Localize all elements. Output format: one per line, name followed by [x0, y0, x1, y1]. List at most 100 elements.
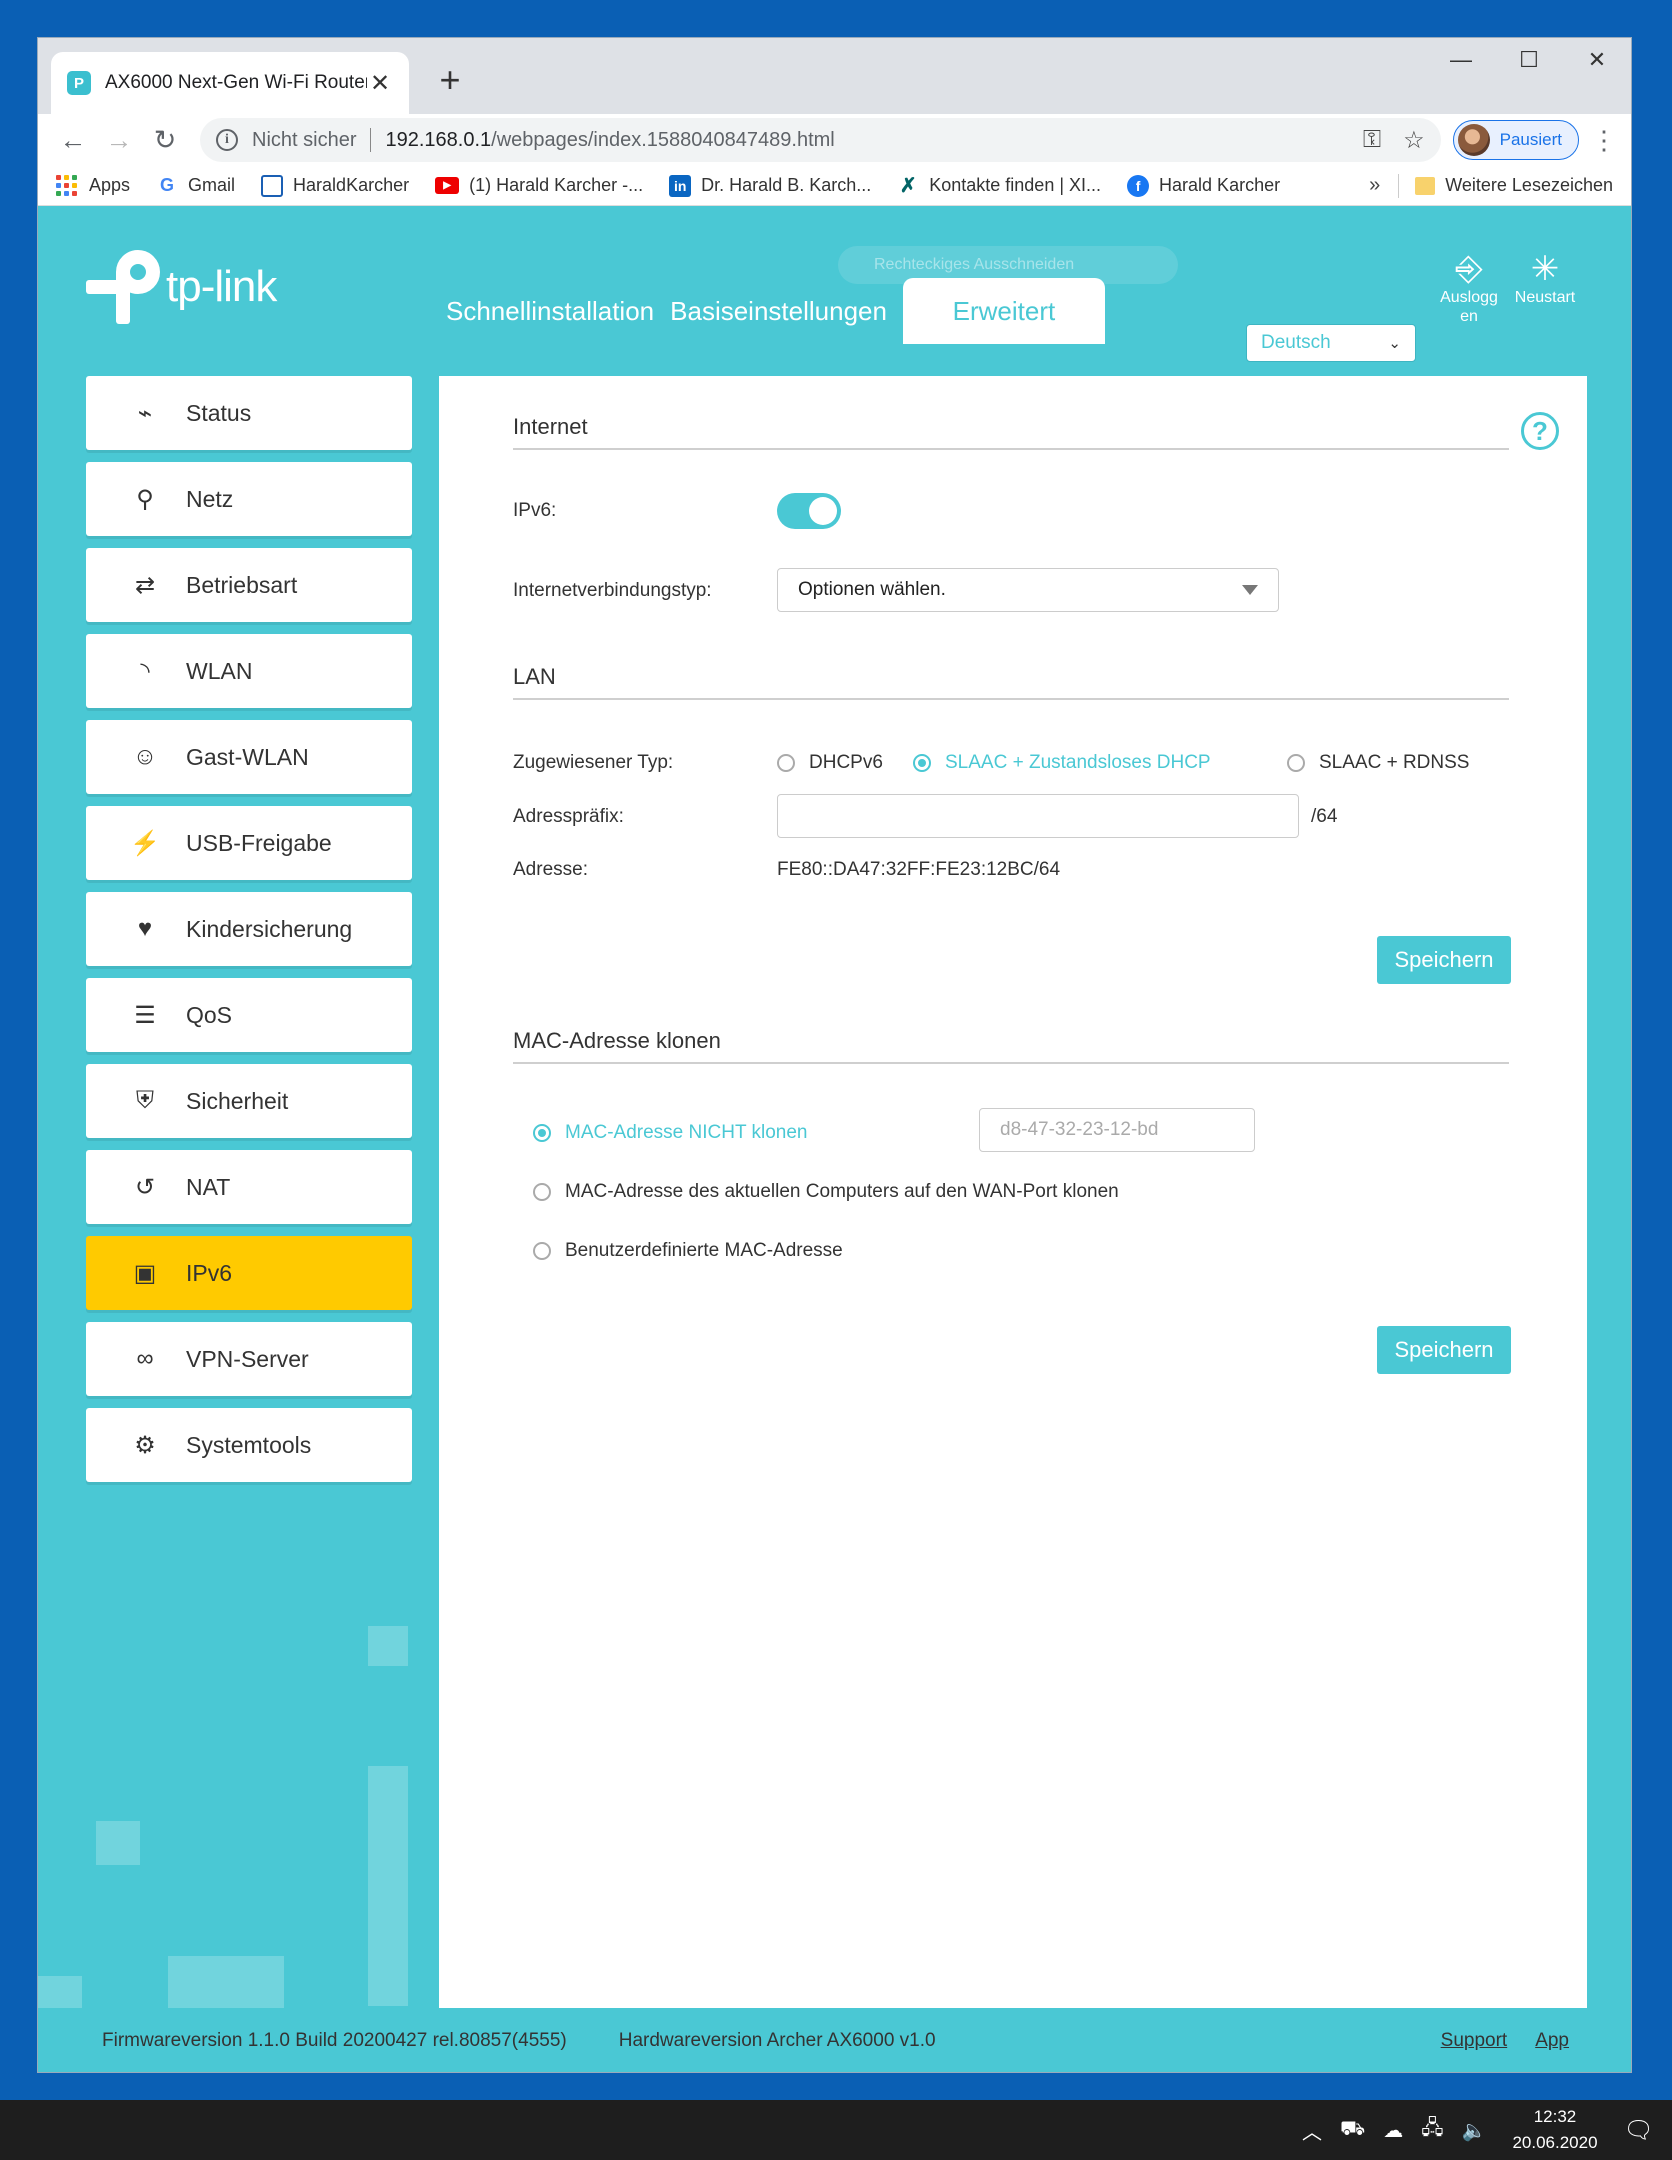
gear-icon: ⚙: [134, 1431, 156, 1459]
radio-custom-mac[interactable]: Benutzerdefinierte MAC-Adresse: [533, 1240, 843, 1262]
close-window-button[interactable]: ✕: [1563, 38, 1631, 82]
tplink-logo-icon: [86, 250, 160, 324]
qos-icon: ☰: [134, 1001, 156, 1029]
profile-button[interactable]: Pausiert: [1452, 120, 1579, 160]
star-icon[interactable]: ☆: [1403, 126, 1425, 155]
help-icon[interactable]: ?: [1521, 412, 1559, 450]
tray-chevron-up-icon[interactable]: ︿: [1302, 2116, 1322, 2145]
bookmark-label: Apps: [89, 175, 131, 195]
bookmark-linkedin[interactable]: in Dr. Harald B. Karch...: [669, 174, 872, 197]
tray-app-icon[interactable]: ⛟: [1340, 2118, 1365, 2143]
menu-kebab-icon[interactable]: ⋮: [1589, 125, 1619, 156]
sidebar-item-nat[interactable]: ↺ NAT: [86, 1150, 412, 1224]
address-bar[interactable]: i Nicht sicher 192.168.0.1/webpages/inde…: [200, 118, 1441, 162]
tplink-logo[interactable]: tp-link: [86, 250, 277, 324]
bookmark-haraldkarcher[interactable]: HaraldKarcher: [261, 174, 409, 197]
reload-button[interactable]: ↻: [142, 117, 188, 163]
guest-icon: ☺: [132, 743, 158, 770]
sidebar-item-vpn-server[interactable]: ∞ VPN-Server: [86, 1322, 412, 1396]
browser-tab[interactable]: P AX6000 Next-Gen Wi-Fi Router ✕: [51, 52, 409, 114]
sidebar-item-sicherheit[interactable]: ⛨ Sicherheit: [86, 1064, 412, 1138]
close-tab-icon[interactable]: ✕: [367, 69, 393, 98]
radio-no-clone[interactable]: MAC-Adresse NICHT klonen: [533, 1122, 808, 1144]
bookmark-xing[interactable]: ✗ Kontakte finden | XI...: [897, 175, 1101, 197]
connection-type-label: Internetverbindungstyp:: [513, 580, 712, 601]
radio-slaac-rdnss[interactable]: SLAAC + RDNSS: [1287, 752, 1469, 774]
mac-save-button[interactable]: Speichern: [1377, 1326, 1511, 1374]
maximize-button[interactable]: ☐: [1495, 38, 1563, 82]
app-link[interactable]: App: [1535, 2030, 1569, 2052]
hardware-version: Hardwareversion Archer AX6000 v1.0: [618, 2030, 936, 2051]
volume-icon[interactable]: 🔈: [1462, 2118, 1487, 2143]
sidebar: ⌁ Status ⚲ Netz ⇄ Betriebsart ◝ WLAN ☺ Gast-W…: [86, 376, 412, 1494]
prefix-input[interactable]: [777, 794, 1299, 838]
taskbar: ︿ ⛟ ☁ 🖧 🔈 12:32 20.06.2020 🗨: [0, 2100, 1672, 2160]
sidebar-item-label: Sicherheit: [186, 1087, 289, 1114]
usb-icon: ⚡: [130, 829, 160, 857]
window-controls: — ☐ ✕: [1427, 38, 1631, 82]
sidebar-item-label: USB-Freigabe: [186, 829, 332, 856]
omnibox-separator: [370, 128, 372, 152]
bookmarks-separator: [1398, 173, 1400, 198]
info-icon[interactable]: i: [216, 129, 238, 151]
mac-address-input[interactable]: d8-47-32-23-12-bd: [979, 1108, 1255, 1152]
sidebar-item-gast-wlan[interactable]: ☺ Gast-WLAN: [86, 720, 412, 794]
bookmark-youtube[interactable]: ▶ (1) Harald Karcher -...: [435, 175, 643, 196]
clock[interactable]: 12:32 20.06.2020: [1512, 2104, 1597, 2156]
radio-no-clone-circle[interactable]: [533, 1124, 551, 1142]
sidebar-item-netz[interactable]: ⚲ Netz: [86, 462, 412, 536]
language-select[interactable]: Deutsch ⌄: [1246, 324, 1416, 362]
sidebar-item-ipv6[interactable]: ▣ IPv6: [86, 1236, 412, 1310]
radio-slaac-rdnss-circle[interactable]: [1287, 754, 1305, 772]
google-icon: G: [160, 175, 175, 195]
toggle-knob: [809, 497, 837, 525]
radio-dhcpv6-circle[interactable]: [777, 754, 795, 772]
bookmark-facebook[interactable]: f Harald Karcher: [1127, 174, 1280, 197]
tab-quick-setup[interactable]: Schnellinstallation: [438, 278, 662, 344]
bookmark-gmail[interactable]: G Gmail: [156, 175, 235, 197]
radio-custom-mac-circle[interactable]: [533, 1242, 551, 1260]
radio-clone-current[interactable]: MAC-Adresse des aktuellen Computers auf …: [533, 1181, 1119, 1203]
bookmark-other[interactable]: Weitere Lesezeichen: [1415, 175, 1613, 196]
sidebar-item-status[interactable]: ⌁ Status: [86, 376, 412, 450]
tab-advanced[interactable]: Erweitert: [902, 278, 1105, 344]
sidebar-item-betriebsart[interactable]: ⇄ Betriebsart: [86, 548, 412, 622]
firmware-version: Firmwareversion 1.1.0 Build 20200427 rel…: [102, 2030, 567, 2051]
mode-icon: ⇄: [134, 571, 156, 599]
sidebar-item-qos[interactable]: ☰ QoS: [86, 978, 412, 1052]
background-decoration: [96, 1821, 140, 1865]
back-button[interactable]: ←: [50, 117, 96, 163]
ipv6-toggle[interactable]: [777, 493, 841, 529]
sidebar-item-usb[interactable]: ⚡ USB-Freigabe: [86, 806, 412, 880]
notification-icon[interactable]: 🗨: [1624, 2116, 1654, 2145]
radio-slaac-stateless-dhcp-circle[interactable]: [913, 754, 931, 772]
logout-button[interactable]: ⎆ Ausloggen: [1430, 250, 1508, 326]
minimize-button[interactable]: —: [1427, 38, 1495, 82]
bookmark-apps[interactable]: Apps: [56, 175, 130, 196]
support-link[interactable]: Support: [1441, 2030, 1508, 2052]
browser-toolbar: ← → ↻ i Nicht sicher 192.168.0.1/webpage…: [38, 114, 1631, 166]
facebook-icon: f: [1127, 174, 1150, 197]
cloud-icon[interactable]: ☁: [1383, 2118, 1403, 2143]
new-tab-button[interactable]: +: [430, 60, 470, 100]
key-icon[interactable]: ⚿: [1363, 126, 1381, 155]
sidebar-item-wlan[interactable]: ◝ WLAN: [86, 634, 412, 708]
language-value: Deutsch: [1261, 332, 1331, 353]
network-tray-icon[interactable]: 🖧: [1421, 2113, 1443, 2147]
sidebar-item-kindersicherung[interactable]: ♥ Kindersicherung: [86, 892, 412, 966]
tplink-favicon-icon: P: [67, 71, 91, 95]
forward-button[interactable]: →: [96, 117, 142, 163]
clock-time: 12:32: [1533, 2107, 1577, 2126]
radio-dhcpv6[interactable]: DHCPv6: [777, 752, 883, 774]
connection-type-select[interactable]: Optionen wählen.: [777, 568, 1279, 612]
more-bookmarks-button[interactable]: »: [1369, 174, 1380, 197]
tab-basic[interactable]: Basiseinstellungen: [662, 278, 895, 344]
sidebar-item-systemtools[interactable]: ⚙ Systemtools: [86, 1408, 412, 1482]
reboot-button[interactable]: ✳ Neustart: [1506, 250, 1584, 307]
bookmark-label: Dr. Harald B. Karch...: [701, 175, 872, 195]
radio-no-clone-label: MAC-Adresse NICHT klonen: [565, 1122, 808, 1143]
radio-slaac-stateless-dhcp[interactable]: SLAAC + Zustandsloses DHCP: [913, 752, 1211, 774]
lan-save-button[interactable]: Speichern: [1377, 936, 1511, 984]
apps-grid-icon: [56, 175, 77, 196]
radio-clone-current-circle[interactable]: [533, 1183, 551, 1201]
